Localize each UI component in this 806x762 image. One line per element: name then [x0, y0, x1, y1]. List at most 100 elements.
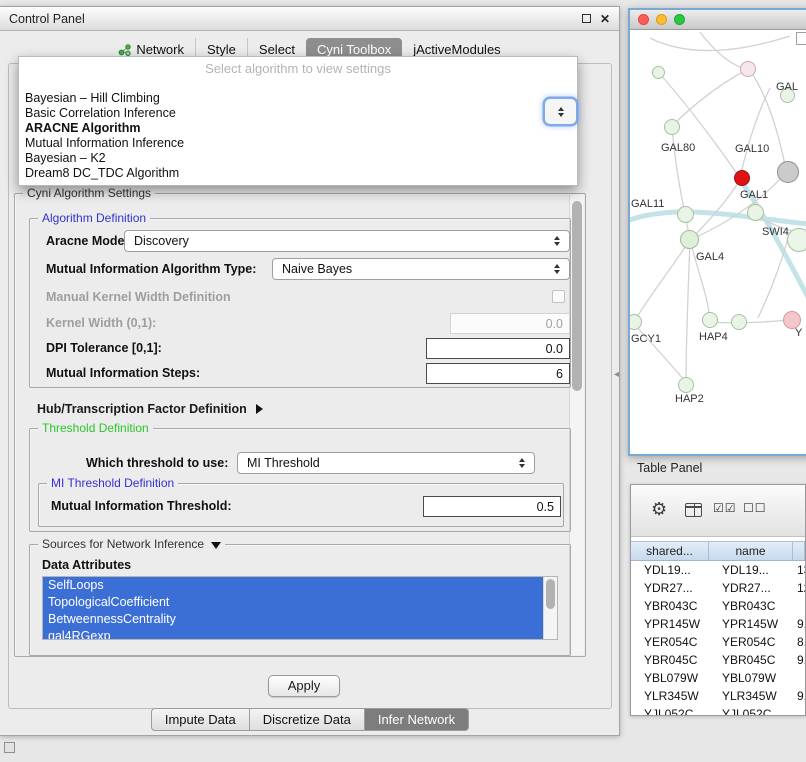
table-toolbar: ⚙ ☑☑ ☐☐ [631, 485, 805, 537]
dropdown-item[interactable]: Bayesian – Hill Climbing [19, 91, 577, 106]
table-cell: YPR145W [631, 617, 709, 631]
node-label: HAP4 [699, 331, 728, 343]
table-panel-title: Table Panel [637, 461, 702, 475]
deselect-all-columns-icon[interactable]: ☐☐ [743, 501, 767, 515]
table-row[interactable]: YBR043CYBR043C [631, 597, 805, 615]
algorithm-combo-button[interactable] [545, 99, 576, 124]
table-row[interactable]: YJL052CYJL052C [631, 705, 805, 715]
cyni-algorithm-settings-group: Cyni Algorithm Settings Algorithm Defini… [14, 193, 586, 657]
tab-infer-network[interactable]: Infer Network [365, 708, 469, 731]
table-cell: YBR043C [709, 599, 793, 613]
collapsed-arrow-icon [256, 404, 263, 414]
tab-label: Cyni Toolbox [317, 42, 391, 57]
network-node[interactable] [664, 119, 680, 135]
network-node[interactable] [677, 206, 694, 223]
network-node[interactable] [678, 377, 694, 393]
node-label: GAL10 [735, 143, 769, 155]
network-node[interactable] [787, 228, 806, 252]
network-window-titlebar[interactable] [630, 10, 806, 30]
gear-icon[interactable]: ⚙ [651, 499, 667, 520]
spinner-arrows-icon [554, 264, 560, 274]
dropdown-item[interactable]: Bayesian – K2 [19, 151, 577, 166]
dropdown-item[interactable]: Mutual Information Inference [19, 136, 577, 151]
table-row[interactable]: YLR345WYLR345W9. [631, 687, 805, 705]
settings-scrollbar-thumb[interactable] [572, 201, 582, 391]
close-traffic-light[interactable] [638, 14, 649, 25]
sources-group-title: Sources for Network Inference [42, 537, 204, 551]
dock-mini-icon[interactable] [4, 742, 15, 753]
mi-threshold-value: 0.5 [537, 500, 554, 514]
which-threshold-select[interactable]: MI Threshold [237, 452, 535, 474]
kernel-width-value: 0.0 [546, 317, 563, 331]
settings-scrollbar[interactable] [569, 195, 584, 655]
node-label: GAL1 [740, 189, 768, 201]
select-all-columns-icon[interactable]: ☑☑ [713, 501, 737, 515]
hub-definition-toggle[interactable]: Hub/Transcription Factor Definition [37, 402, 263, 416]
table-cell: 13 [793, 563, 805, 577]
column-header[interactable]: shared... [631, 542, 709, 560]
minimize-traffic-light[interactable] [656, 14, 667, 25]
column-header[interactable]: name [709, 542, 793, 560]
tab-discretize-data[interactable]: Discretize Data [250, 708, 365, 731]
network-node[interactable] [702, 312, 718, 328]
network-node[interactable] [747, 204, 764, 221]
table-cell: YLR345W [709, 689, 793, 703]
table-row[interactable]: YBR045CYBR045C9. [631, 651, 805, 669]
network-node[interactable] [652, 66, 665, 79]
columns-icon[interactable] [685, 503, 702, 517]
table-row[interactable]: YDR27...YDR27...12 [631, 579, 805, 597]
float-panel-icon[interactable] [582, 14, 591, 23]
network-canvas[interactable]: GAL GAL80 GAL10 GAL11 GAL1 SWI4 GAL4 GCY… [630, 30, 806, 454]
table-row[interactable]: YPR145WYPR145W9. [631, 615, 805, 633]
splitter-collapse-icon[interactable]: ◂ [614, 369, 619, 380]
mi-threshold-field[interactable]: 0.5 [423, 496, 561, 517]
column-header[interactable] [793, 542, 805, 560]
list-item[interactable]: BetweennessCentrality [43, 611, 543, 628]
dropdown-item[interactable]: Basic Correlation Inference [19, 106, 577, 121]
zoom-traffic-light[interactable] [674, 14, 685, 25]
aracne-mode-select[interactable]: Discovery [124, 230, 570, 252]
network-node[interactable] [680, 230, 699, 249]
data-attributes-label: Data Attributes [42, 558, 131, 572]
tab-label: jActiveModules [413, 42, 500, 57]
aracne-mode-value: Discovery [134, 234, 189, 248]
table-header: shared... name [631, 541, 805, 561]
table-cell: YBL079W [709, 671, 793, 685]
tab-impute-data[interactable]: Impute Data [151, 708, 250, 731]
window-title: Control Panel [9, 12, 85, 26]
close-icon[interactable]: ✕ [600, 13, 610, 25]
dpi-tolerance-field[interactable]: 0.0 [426, 338, 570, 359]
list-item[interactable]: TopologicalCoefficient [43, 594, 543, 611]
view-widget[interactable] [796, 32, 806, 45]
network-node[interactable] [731, 314, 747, 330]
dropdown-item-selected[interactable]: ARACNE Algorithm [19, 121, 577, 136]
mi-threshold-group: MI Threshold Definition Mutual Informati… [38, 483, 564, 527]
network-node[interactable] [740, 61, 756, 77]
sources-group-toggle[interactable]: Sources for Network Inference [38, 537, 225, 551]
kernel-width-field[interactable]: 0.0 [450, 313, 570, 334]
dropdown-item[interactable]: Dream8 DC_TDC Algorithm [19, 166, 577, 181]
mi-threshold-label: Mutual Information Threshold: [51, 499, 232, 513]
list-item[interactable]: gal4RGexp [43, 628, 543, 640]
table-row[interactable]: YDL19...YDL19...13 [631, 561, 805, 579]
node-label: SWI4 [762, 226, 789, 238]
manual-kernel-label: Manual Kernel Width Definition [46, 290, 231, 304]
table-row[interactable]: YER054CYER054C8. [631, 633, 805, 651]
dpi-tolerance-label: DPI Tolerance [0,1]: [46, 341, 162, 355]
attributes-scrollbar[interactable] [543, 577, 557, 639]
cyni-bottom-tabs: Impute Data Discretize Data Infer Networ… [0, 708, 620, 731]
apply-button[interactable]: Apply [268, 675, 340, 697]
network-node-gray[interactable] [777, 161, 799, 183]
network-node-red[interactable] [734, 170, 750, 186]
table-row[interactable]: YBL079WYBL079W [631, 669, 805, 687]
node-label: GAL11 [631, 198, 664, 210]
mi-type-select[interactable]: Naive Bayes [272, 258, 570, 280]
mi-steps-field[interactable]: 6 [426, 363, 570, 384]
table-cell: YBL079W [631, 671, 709, 685]
algorithm-definition-title: Algorithm Definition [38, 211, 150, 225]
attributes-scrollbar-thumb[interactable] [546, 579, 555, 609]
manual-kernel-checkbox[interactable] [552, 290, 565, 303]
threshold-definition-group: Threshold Definition Which threshold to … [29, 428, 571, 532]
tab-label: Style [207, 42, 236, 57]
list-item[interactable]: SelfLoops [43, 577, 543, 594]
